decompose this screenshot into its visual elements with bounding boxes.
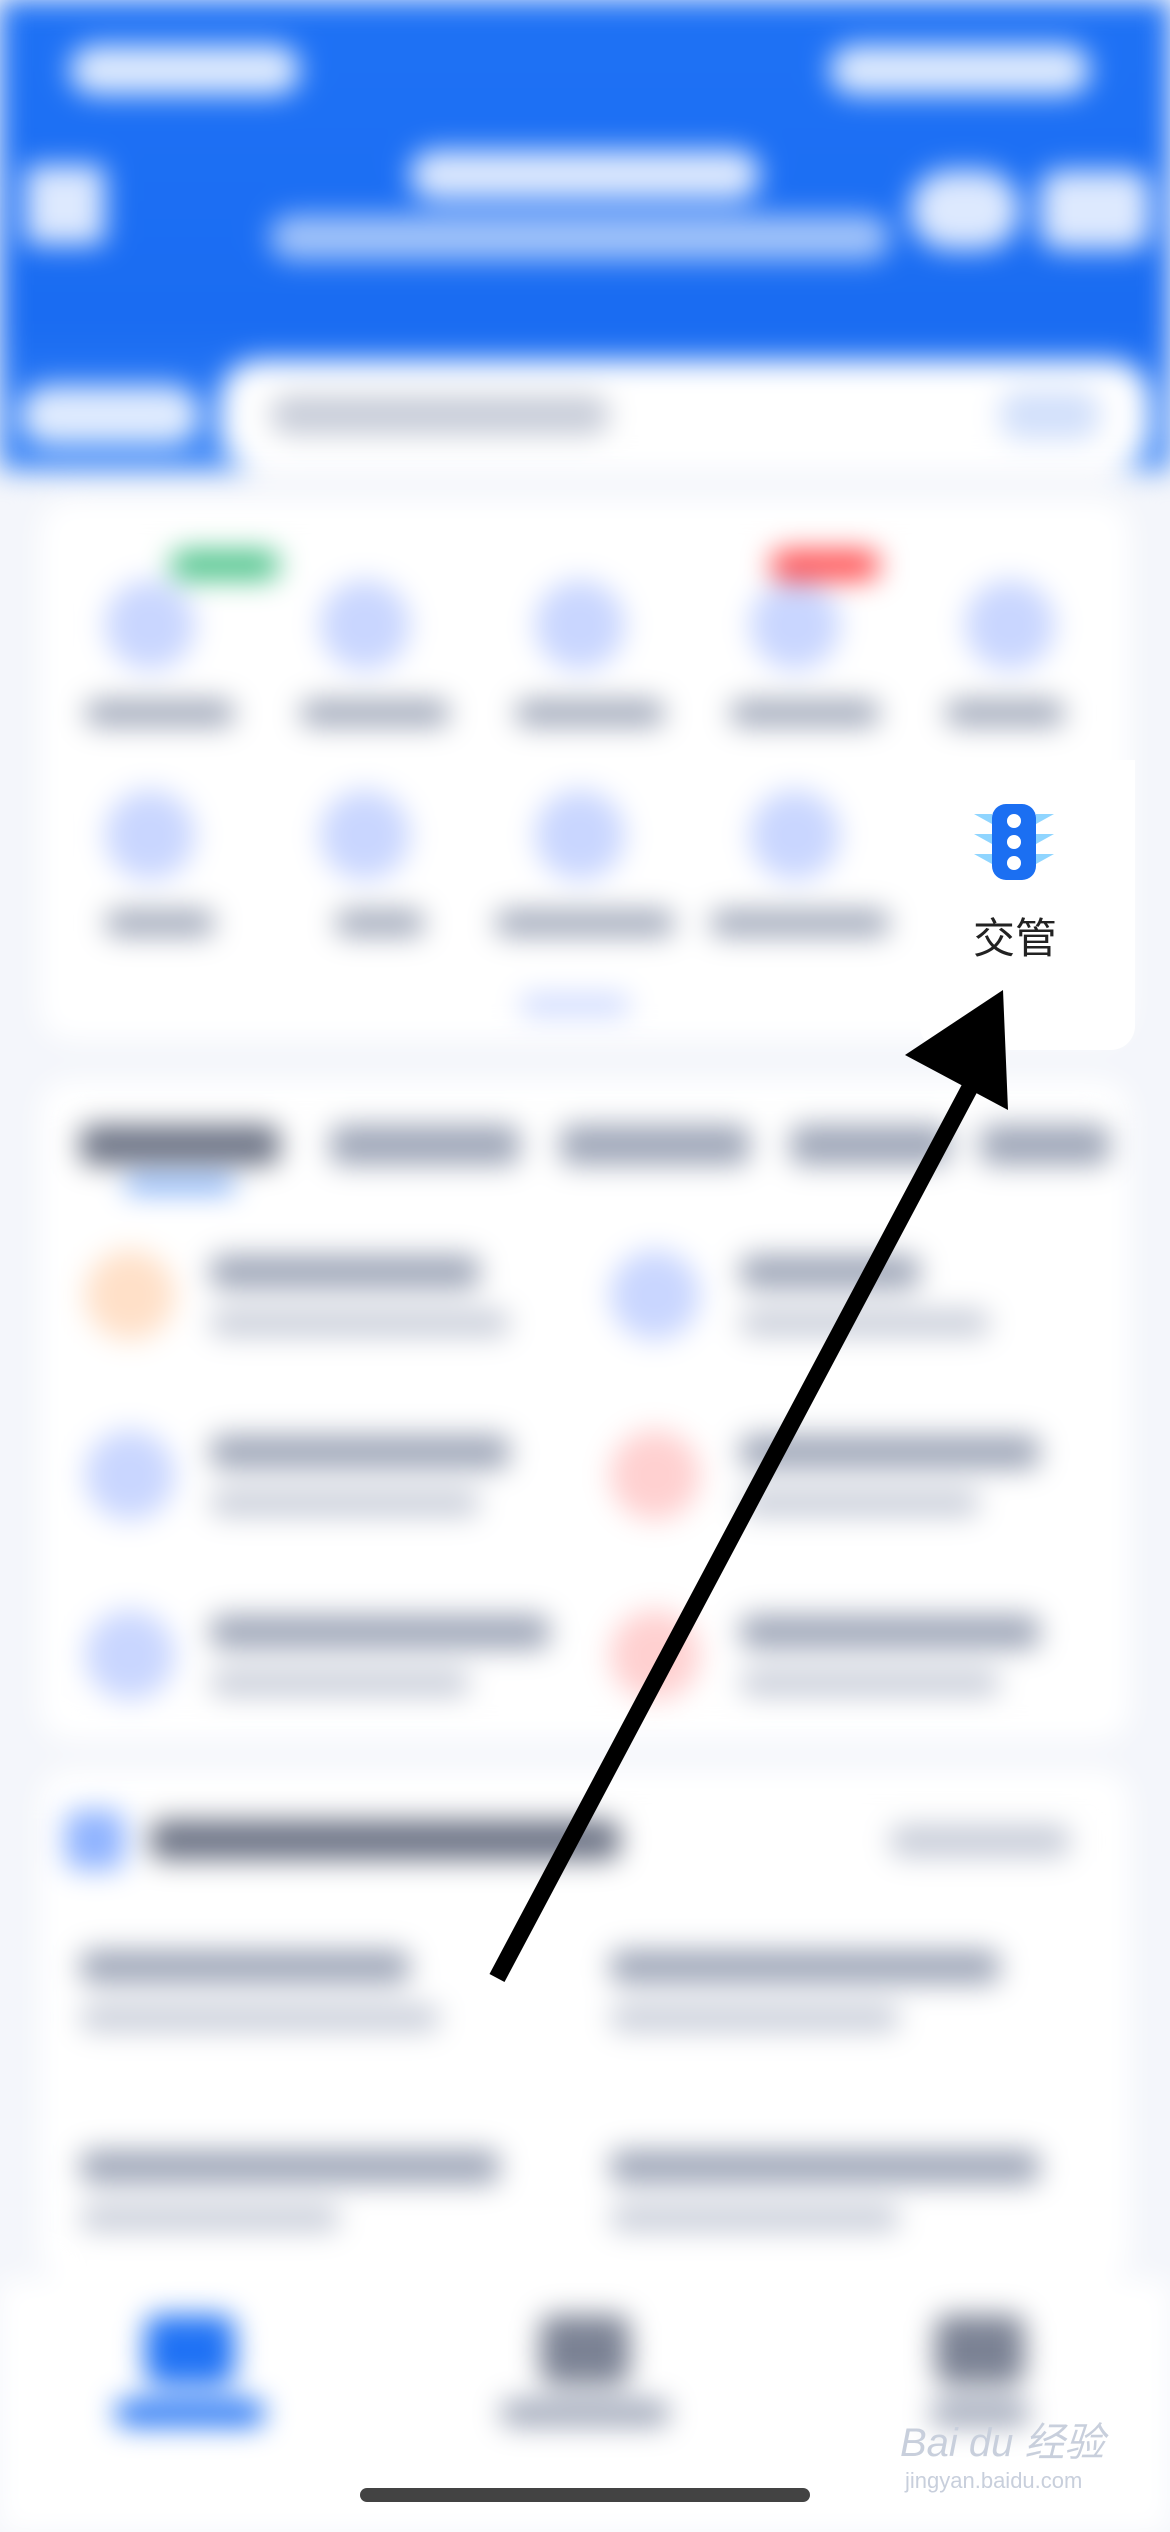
news-section (40, 1770, 1130, 2280)
nav-home-icon[interactable] (145, 2315, 235, 2385)
back-icon[interactable] (25, 165, 105, 245)
page-title (410, 150, 760, 200)
watermark: Bai du 经验 (900, 2421, 1105, 2465)
page-subtitle (270, 215, 890, 260)
nav-profile-icon[interactable] (935, 2315, 1025, 2385)
jiaoguan-label: 交管 (972, 914, 1057, 963)
traffic-light-icon (974, 804, 1054, 880)
profile-icon[interactable] (910, 170, 1020, 250)
nav-services-icon[interactable] (540, 2315, 630, 2385)
city-selector[interactable] (20, 385, 200, 445)
status-icons (830, 45, 1090, 95)
home-indicator[interactable] (360, 2488, 810, 2502)
service-list (40, 1080, 1130, 1740)
watermark-sub: jingyan.baidu.com (905, 2468, 1083, 2493)
status-time (70, 45, 300, 95)
message-icon[interactable] (1040, 170, 1150, 250)
search-input[interactable] (220, 360, 1150, 470)
